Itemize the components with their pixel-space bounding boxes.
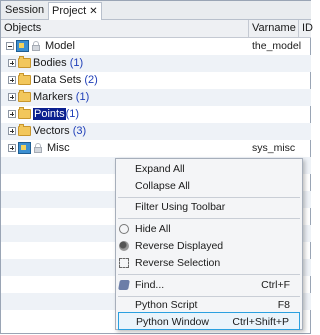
menu-item-label: Find... (135, 279, 165, 291)
expand-icon[interactable] (8, 144, 16, 152)
points-label: Points (33, 108, 66, 120)
reverse-displayed-icon (119, 241, 129, 251)
menu-item-hide-all[interactable]: Hide All (116, 220, 302, 238)
menu-item-label: Expand All (135, 163, 185, 175)
expand-icon[interactable] (8, 110, 16, 118)
menu-item-collapse-all[interactable]: Collapse All (116, 177, 302, 195)
model-label: Model (45, 40, 75, 52)
menu-item-expand-all[interactable]: Expand All (116, 160, 302, 178)
lock-icon (34, 143, 42, 153)
tab-session[interactable]: Session (2, 2, 52, 18)
data-sets-label: Data Sets (33, 74, 82, 86)
tree-row-model[interactable]: Model the_model (1, 38, 311, 55)
bodies-count: (1) (69, 57, 84, 69)
tree-item-label: Vectors (3) (33, 123, 86, 140)
markers-label: Markers (33, 91, 73, 103)
menu-item-filter[interactable]: Filter Using Toolbar (116, 198, 302, 216)
tree-row-bodies[interactable]: Bodies (1) (1, 55, 311, 72)
menu-separator (118, 274, 300, 275)
misc-label: Misc (47, 142, 70, 154)
folder-icon (18, 107, 31, 119)
tree-row-points[interactable]: Points(1) (1, 106, 311, 123)
tab-project-label: Project (52, 5, 87, 17)
menu-item-shortcut: Ctrl+Shift+P (232, 316, 289, 328)
column-id[interactable]: ID (299, 20, 313, 37)
close-icon[interactable]: ✕ (89, 6, 97, 17)
tab-session-label: Session (5, 4, 45, 16)
tree-item-label: Points(1) (33, 106, 79, 123)
tree-item-label: Bodies (1) (33, 55, 83, 72)
tree-item-label: Markers (1) (33, 89, 89, 106)
lock-icon (32, 41, 40, 51)
menu-item-label: Collapse All (135, 180, 190, 192)
model-varname: the_model (252, 40, 302, 52)
menu-item-label: Hide All (135, 223, 171, 235)
menu-item-label: Reverse Displayed (135, 240, 224, 252)
expand-icon[interactable] (8, 127, 16, 135)
points-count: (1) (65, 108, 80, 120)
folder-icon (18, 56, 31, 68)
folder-icon (18, 90, 31, 102)
column-objects[interactable]: Objects (1, 20, 249, 37)
tab-project[interactable]: Project ✕ (48, 2, 102, 20)
menu-item-label: Reverse Selection (135, 257, 221, 269)
data-sets-count: (2) (84, 74, 98, 86)
collapse-icon[interactable] (6, 42, 14, 50)
menu-item-reverse-selection[interactable]: Reverse Selection (116, 254, 302, 272)
expand-icon[interactable] (8, 76, 16, 84)
vectors-label: Vectors (33, 125, 70, 137)
menu-item-python-window[interactable]: Python Window Ctrl+Shift+P (118, 312, 300, 330)
tree-row-data-sets[interactable]: Data Sets (2) (1, 72, 311, 89)
tree-row-markers[interactable]: Markers (1) (1, 89, 311, 106)
expand-icon[interactable] (8, 93, 16, 101)
context-menu: Expand All Collapse All Filter Using Too… (115, 158, 303, 330)
tree-row-vectors[interactable]: Vectors (3) (1, 123, 311, 140)
markers-count: (1) (75, 91, 90, 103)
bodies-label: Bodies (33, 57, 67, 69)
menu-separator (118, 218, 300, 219)
column-varname[interactable]: Varname (249, 20, 299, 37)
misc-varname: sys_misc (252, 142, 296, 154)
expand-icon[interactable] (8, 59, 16, 67)
find-icon (118, 280, 130, 290)
folder-icon (18, 73, 31, 85)
tab-bar: Session Project ✕ (1, 1, 311, 20)
project-browser-panel: Session Project ✕ Objects Varname ID Mode… (0, 0, 313, 334)
misc-icon (18, 142, 31, 154)
tree-row-misc[interactable]: Misc sys_misc (1, 140, 311, 157)
hide-icon (119, 224, 129, 234)
menu-item-label: Python Window (136, 316, 209, 328)
menu-item-label: Filter Using Toolbar (135, 201, 226, 213)
model-icon (16, 40, 29, 52)
menu-item-reverse-displayed[interactable]: Reverse Displayed (116, 237, 302, 255)
folder-icon (18, 124, 31, 136)
reverse-selection-icon (119, 258, 129, 268)
vectors-count: (3) (72, 125, 87, 137)
menu-item-find[interactable]: Find... Ctrl+F (116, 276, 302, 294)
tree-item-label: Data Sets (2) (33, 72, 98, 89)
menu-item-shortcut: Ctrl+F (261, 279, 290, 291)
column-header: Objects Varname ID (1, 20, 313, 38)
